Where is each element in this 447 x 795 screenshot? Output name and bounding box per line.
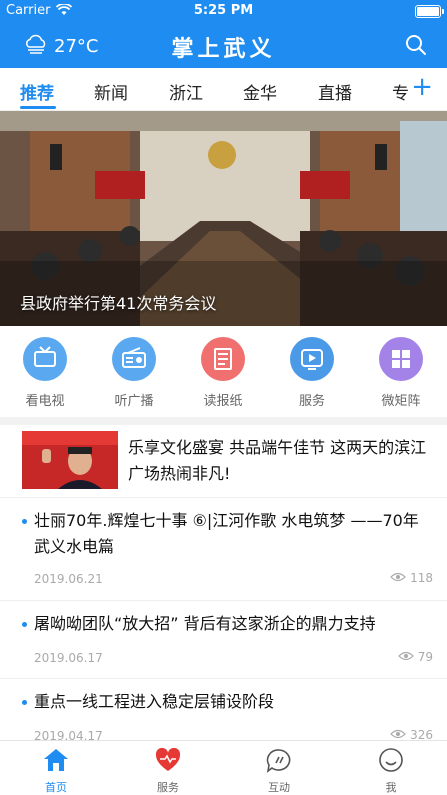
heart-icon <box>154 747 182 777</box>
news-title: 壮丽70年.辉煌七十事 ⑥|江河作歌 水电筑梦 ——70年武义水电篇 <box>34 511 419 556</box>
tab-live[interactable]: 直播 <box>318 79 352 104</box>
quick-link-radio[interactable]: 听广播 <box>99 337 169 409</box>
play-icon <box>290 337 334 381</box>
tab-jinhua[interactable]: 金华 <box>243 79 277 104</box>
eye-icon <box>397 650 414 664</box>
newspaper-icon <box>201 337 245 381</box>
nav-home[interactable]: 首页 <box>26 747 86 795</box>
bottom-nav: 首页 服务 互动 我 <box>0 740 447 795</box>
bullet-dot <box>22 622 27 627</box>
bullet-dot <box>22 519 27 524</box>
status-bar: Carrier 5:25 PM <box>0 0 447 22</box>
grid-icon <box>379 337 423 381</box>
smiley-icon <box>377 748 405 777</box>
nav-label: 服务 <box>157 781 179 794</box>
quick-link-matrix[interactable]: 微矩阵 <box>366 337 436 409</box>
quick-link-service[interactable]: 服务 <box>277 337 347 409</box>
view-count: 118 <box>390 571 433 585</box>
list-item[interactable]: 重点一线工程进入稳定层铺设阶段 2019.04.17 326 <box>0 678 447 741</box>
quick-link-label: 听广播 <box>114 394 154 409</box>
home-icon <box>42 749 70 777</box>
tab-recommend[interactable]: 推荐 <box>20 79 54 104</box>
nav-label: 我 <box>385 781 397 794</box>
tab-special[interactable]: 专 <box>392 79 409 104</box>
nav-me[interactable]: 我 <box>361 747 421 795</box>
view-count: 79 <box>397 650 433 664</box>
clock: 5:25 PM <box>193 3 254 18</box>
battery-icon <box>415 5 444 18</box>
tab-news[interactable]: 新闻 <box>94 79 128 104</box>
section-divider <box>0 417 447 425</box>
eye-icon <box>390 571 406 585</box>
quick-link-label: 服务 <box>298 394 325 409</box>
news-title: 重点一线工程进入稳定层铺设阶段 <box>34 692 275 711</box>
add-channel-icon[interactable]: + <box>411 74 433 100</box>
quick-links: 看电视 听广播 读报纸 服务 微矩阵 <box>0 337 447 417</box>
app-header: 27°C 掌上武义 <box>0 22 447 68</box>
radio-icon <box>112 337 156 381</box>
news-title: 屠呦呦团队“放大招” 背后有这家浙企的鼎力支持 <box>34 614 376 633</box>
channel-tabs: 推荐 新闻 浙江 金华 直播 专 + <box>0 68 447 111</box>
quick-link-label: 看电视 <box>25 394 65 409</box>
search-icon[interactable] <box>405 34 427 56</box>
news-date: 2019.06.21 <box>34 572 103 586</box>
quick-link-newspaper[interactable]: 读报纸 <box>188 337 258 409</box>
banner-caption[interactable]: 县政府举行第41次常务会议 <box>20 290 216 314</box>
featured-thumbnail <box>22 431 118 489</box>
news-date: 2019.06.17 <box>34 651 103 665</box>
nav-label: 互动 <box>268 781 290 794</box>
bullet-dot <box>22 700 27 705</box>
featured-title: 乐享文化盛宴 共品端午佳节 这两天的滨江广场热闹非凡! <box>128 438 427 483</box>
list-item[interactable]: 屠呦呦团队“放大招” 背后有这家浙企的鼎力支持 2019.06.17 79 <box>0 600 447 679</box>
app-title: 掌上武义 <box>171 36 276 62</box>
featured-article[interactable]: 乐享文化盛宴 共品端午佳节 这两天的滨江广场热闹非凡! <box>0 425 447 497</box>
quick-link-label: 读报纸 <box>203 394 243 409</box>
view-count-value: 79 <box>417 650 433 664</box>
quick-link-tv[interactable]: 看电视 <box>10 337 80 409</box>
chat-bubble-icon <box>265 749 293 777</box>
tab-zhejiang[interactable]: 浙江 <box>169 79 203 104</box>
quick-link-label: 微矩阵 <box>381 394 421 409</box>
nav-label: 首页 <box>45 781 67 794</box>
nav-service[interactable]: 服务 <box>138 747 198 795</box>
tv-icon <box>23 337 67 381</box>
nav-interact[interactable]: 互动 <box>249 747 309 795</box>
tab-indicator <box>20 106 56 109</box>
view-count-value: 118 <box>410 571 433 585</box>
list-item[interactable]: 壮丽70年.辉煌七十事 ⑥|江河作歌 水电筑梦 ——70年武义水电篇 2019.… <box>0 497 447 601</box>
